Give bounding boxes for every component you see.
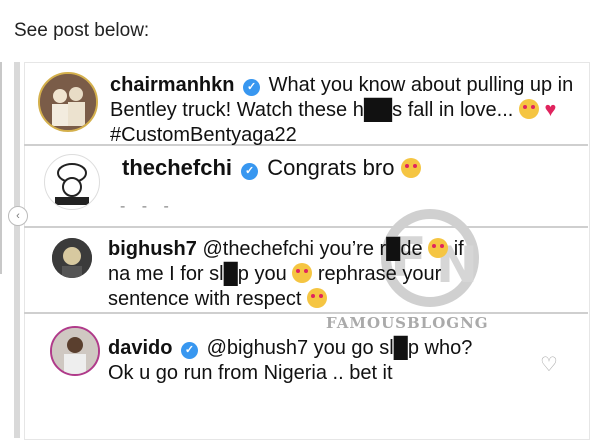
comment-thechefchi: thechefchi ✓ Congrats bro <box>122 155 421 180</box>
comment-text: @thechefchi you’re r█de <box>202 238 423 260</box>
comment-divider <box>24 312 588 314</box>
comment-text: Congrats bro <box>267 155 395 180</box>
comment-davido: davido ✓ @bighush7 you go sl█p who? Ok u… <box>108 336 538 386</box>
comment-divider <box>24 226 588 228</box>
comment-bighush7: bighush7 @thechefchi you’re r█de if na m… <box>108 237 578 312</box>
heart-eyes-emoji-icon <box>518 99 539 119</box>
avatar-chairmanhkn[interactable] <box>38 72 98 132</box>
comment-text: What you know about pulling up in <box>268 74 574 96</box>
username-thechefchi[interactable]: thechefchi <box>122 155 232 180</box>
laughing-emoji-icon <box>428 238 449 258</box>
avatar-davido[interactable] <box>50 326 100 376</box>
watermark-text: FAMOUSBLOGNG <box>326 314 489 332</box>
heart-eyes-emoji-icon <box>400 158 421 178</box>
comment-text: na me I for sl█p you <box>108 263 287 285</box>
username-bighush7[interactable]: bighush7 <box>108 238 197 260</box>
left-edge-line <box>0 62 2 274</box>
heart-outline-icon[interactable]: ♡ <box>540 352 558 377</box>
laughing-emoji-icon <box>292 263 313 283</box>
comment-text: sentence with respect <box>108 288 302 310</box>
avatar-photo-icon <box>52 238 92 278</box>
comment-text: Bentley truck! Watch these h██s fall in … <box>110 99 514 121</box>
comment-chairmanhkn: chairmanhkn ✓ What you know about pullin… <box>110 73 580 148</box>
username-davido[interactable]: davido <box>108 337 172 359</box>
verified-badge-icon: ✓ <box>243 79 261 96</box>
avatar-bighush7[interactable] <box>52 238 92 278</box>
quote-bar <box>14 62 20 438</box>
scroll-left-icon[interactable]: ‹ <box>8 206 28 226</box>
verified-badge-icon: ✓ <box>181 342 199 359</box>
comment-text: Ok u go run from Nigeria .. bet it <box>108 362 393 384</box>
slap-hand-emoji-icon <box>307 288 327 308</box>
avatar-thechefchi[interactable] <box>44 154 100 210</box>
heart-emoji-icon: ♥ <box>544 99 557 121</box>
more-replies-dots[interactable]: - - - <box>120 198 175 216</box>
comment-text: rephrase your <box>317 263 442 285</box>
post-header: See post below: <box>14 20 150 41</box>
hashtag-link[interactable]: #CustomBentyaga22 <box>110 123 580 148</box>
username-chairmanhkn[interactable]: chairmanhkn <box>110 74 234 96</box>
chef-logo-icon <box>55 163 89 205</box>
verified-badge-icon: ✓ <box>241 163 259 180</box>
comment-text: if <box>453 238 464 260</box>
comment-text: @bighush7 you go sl█p who? <box>206 337 473 359</box>
avatar-photo-icon <box>40 74 96 130</box>
avatar-photo-icon <box>52 328 98 374</box>
